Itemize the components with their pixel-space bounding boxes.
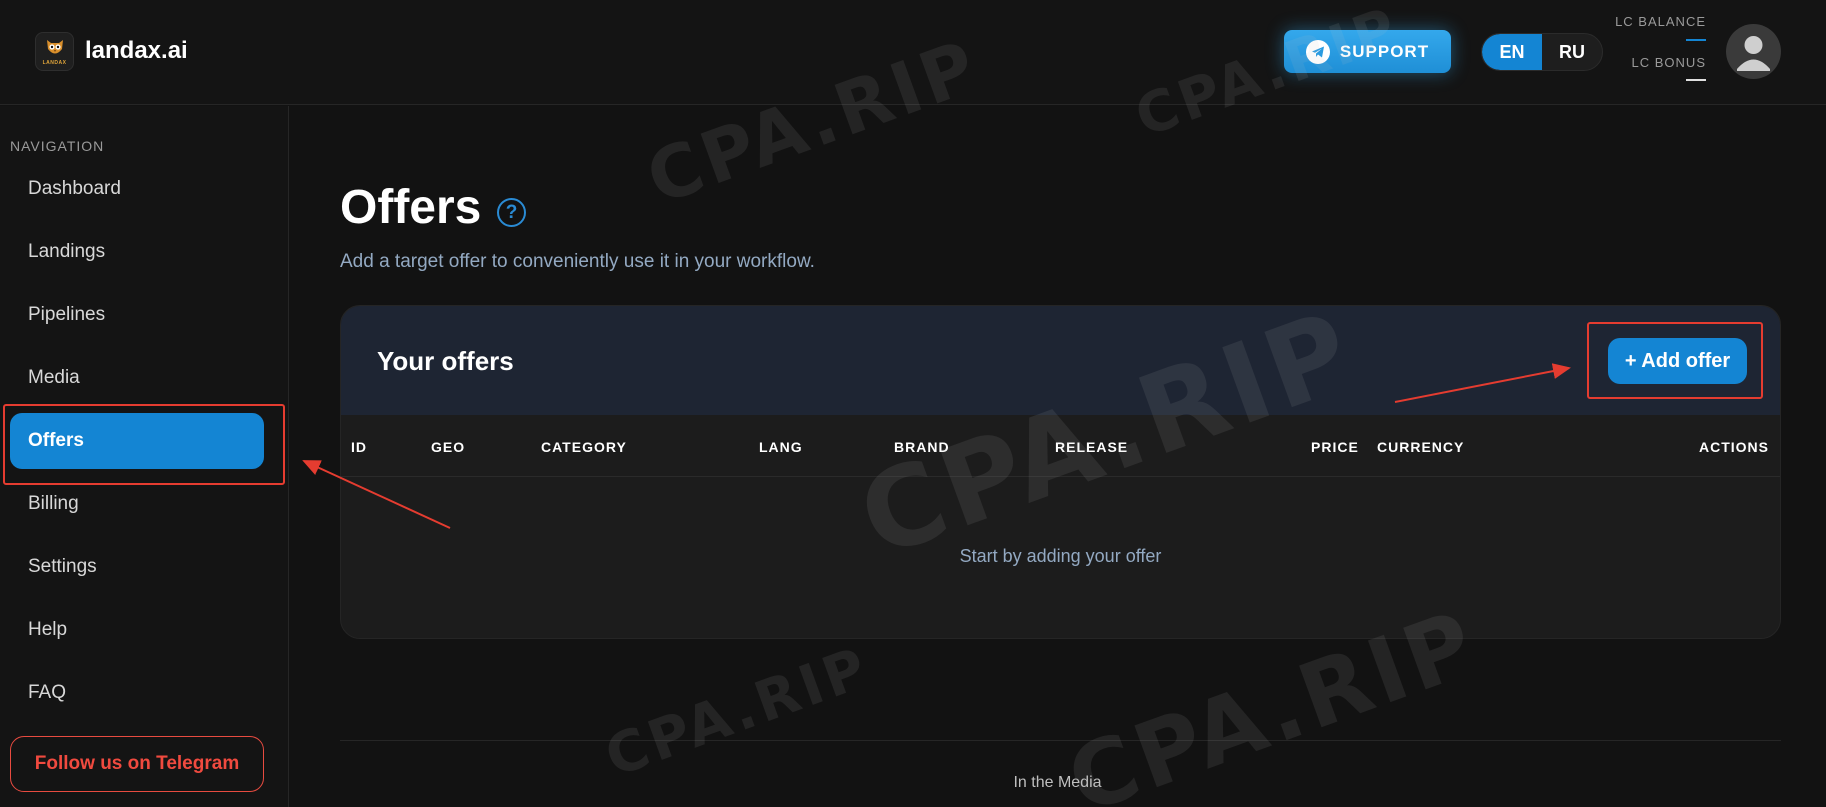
lc-balance-value-placeholder [1686, 39, 1706, 41]
nav-title: NAVIGATION [10, 138, 105, 154]
telegram-plane-icon [1305, 39, 1330, 64]
lc-balance: LC BALANCE [1615, 14, 1706, 41]
column-header-id[interactable]: ID [351, 439, 367, 455]
lc-bonus: LC BONUS [1632, 55, 1706, 81]
sidebar-item-media[interactable]: Media [28, 367, 80, 389]
language-switch: EN RU [1481, 33, 1603, 71]
sidebar-item-help[interactable]: Help [28, 619, 67, 641]
page-title: Offers [340, 181, 482, 234]
owl-logo-icon [46, 40, 63, 54]
logo-wordmark: LANDAX [42, 60, 67, 66]
column-header-actions[interactable]: ACTIONS [1699, 439, 1769, 455]
offers-card: Your offers + Add offer ID GEO CATEGORY … [340, 305, 1781, 639]
empty-state-text: Start by adding your offer [959, 546, 1162, 566]
sidebar-item-pipelines[interactable]: Pipelines [28, 304, 105, 326]
column-header-category[interactable]: CATEGORY [541, 439, 627, 455]
column-header-currency[interactable]: CURRENCY [1377, 439, 1464, 455]
top-header: LANDAX landax.ai SUPPORT EN RU LC BALANC… [0, 0, 1826, 105]
lang-ru-button[interactable]: RU [1542, 34, 1602, 70]
column-header-brand[interactable]: BRAND [894, 439, 950, 455]
lang-en-button[interactable]: EN [1482, 34, 1542, 70]
sidebar-item-billing[interactable]: Billing [28, 493, 79, 515]
footer-media-link[interactable]: In the Media [0, 774, 1826, 792]
brand-name[interactable]: landax.ai [85, 37, 188, 65]
help-icon[interactable]: ? [497, 198, 526, 227]
watermark: CPA.RIP [597, 634, 879, 791]
sidebar-item-faq[interactable]: FAQ [28, 682, 66, 704]
support-label: SUPPORT [1339, 41, 1430, 61]
sidebar-item-settings[interactable]: Settings [28, 556, 97, 578]
column-header-geo[interactable]: GEO [431, 439, 465, 455]
footer-divider [340, 740, 1781, 741]
table-header-row: ID GEO CATEGORY LANG BRAND RELEASE PRICE… [341, 415, 1780, 477]
card-header: Your offers + Add offer [341, 306, 1780, 415]
page-subtitle: Add a target offer to conveniently use i… [340, 251, 815, 272]
logo-icon[interactable]: LANDAX [35, 32, 74, 71]
annotation-add-offer-highlight [1587, 322, 1763, 399]
support-button[interactable]: SUPPORT [1284, 30, 1451, 73]
lc-bonus-label: LC BONUS [1631, 55, 1706, 70]
sidebar-item-dashboard[interactable]: Dashboard [28, 178, 121, 200]
column-header-price[interactable]: PRICE [1311, 439, 1359, 455]
column-header-release[interactable]: RELEASE [1055, 439, 1128, 455]
lc-balance-label: LC BALANCE [1615, 14, 1706, 29]
column-header-lang[interactable]: LANG [759, 439, 803, 455]
user-avatar-icon[interactable] [1726, 24, 1781, 79]
annotation-offers-highlight [3, 404, 285, 485]
card-title: Your offers [377, 346, 514, 376]
sidebar-item-landings[interactable]: Landings [28, 241, 105, 263]
lc-bonus-value-placeholder [1686, 79, 1706, 81]
